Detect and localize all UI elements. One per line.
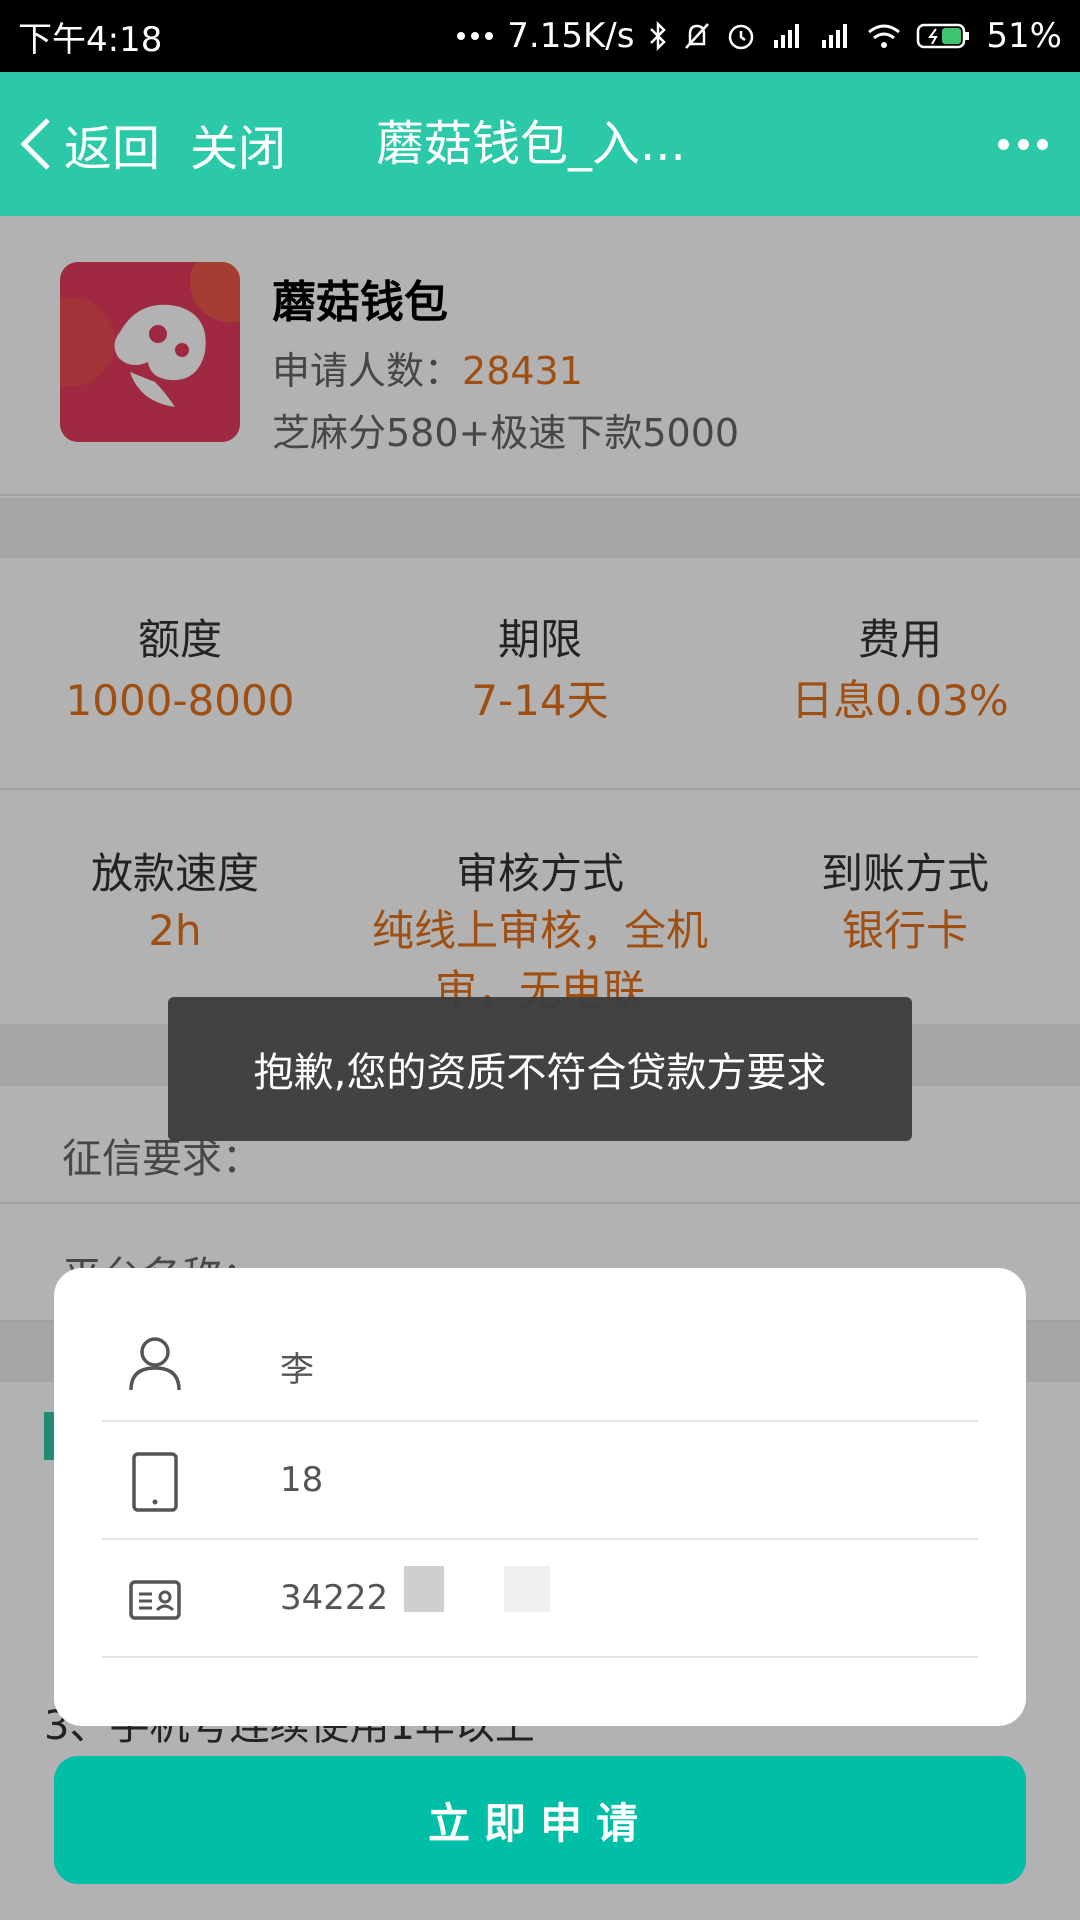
phone-value: 18 [280,1460,324,1500]
bluetooth-icon [648,20,668,52]
name-field[interactable]: 李 [102,1304,978,1422]
alarm-icon [726,20,756,52]
id-card-value: 34222 [280,1578,389,1618]
nav-bar: 返回 关闭 蘑菇钱包_入... [0,72,1080,216]
id-card-icon [129,1580,181,1620]
status-time: 下午4:18 [18,19,163,60]
chevron-left-icon [20,118,50,170]
name-value: 李 [280,1350,314,1390]
id-card-field[interactable]: 34222 [102,1540,978,1658]
wifi-icon [866,20,902,52]
mute-icon [682,20,712,52]
battery-percent: 51% [986,16,1062,56]
user-icon [129,1337,181,1391]
close-button[interactable]: 关闭 [190,109,286,179]
back-label: 返回 [64,121,161,177]
redaction-block [404,1566,444,1612]
battery-icon [916,21,972,51]
apply-form-dialog: 李 18 34222 [54,1268,1026,1726]
apply-now-button[interactable]: 立即申请 [54,1756,1026,1884]
redaction-block [504,1566,550,1612]
more-dots-icon [457,31,494,41]
hd-signal-icon [770,20,804,52]
back-button[interactable]: 返回 [18,109,160,179]
phone-field[interactable]: 18 [102,1422,978,1540]
signal-icon [818,20,852,52]
more-options-icon[interactable] [998,124,1048,164]
network-speed: 7.15K/s [507,16,635,56]
toast-message: 抱歉,您的资质不符合贷款方要求 [168,997,912,1141]
page-title: 蘑菇钱包_入... [376,116,686,172]
phone-icon [132,1452,178,1512]
status-bar: 下午4:18 7.15K/s 51% [0,0,1080,72]
